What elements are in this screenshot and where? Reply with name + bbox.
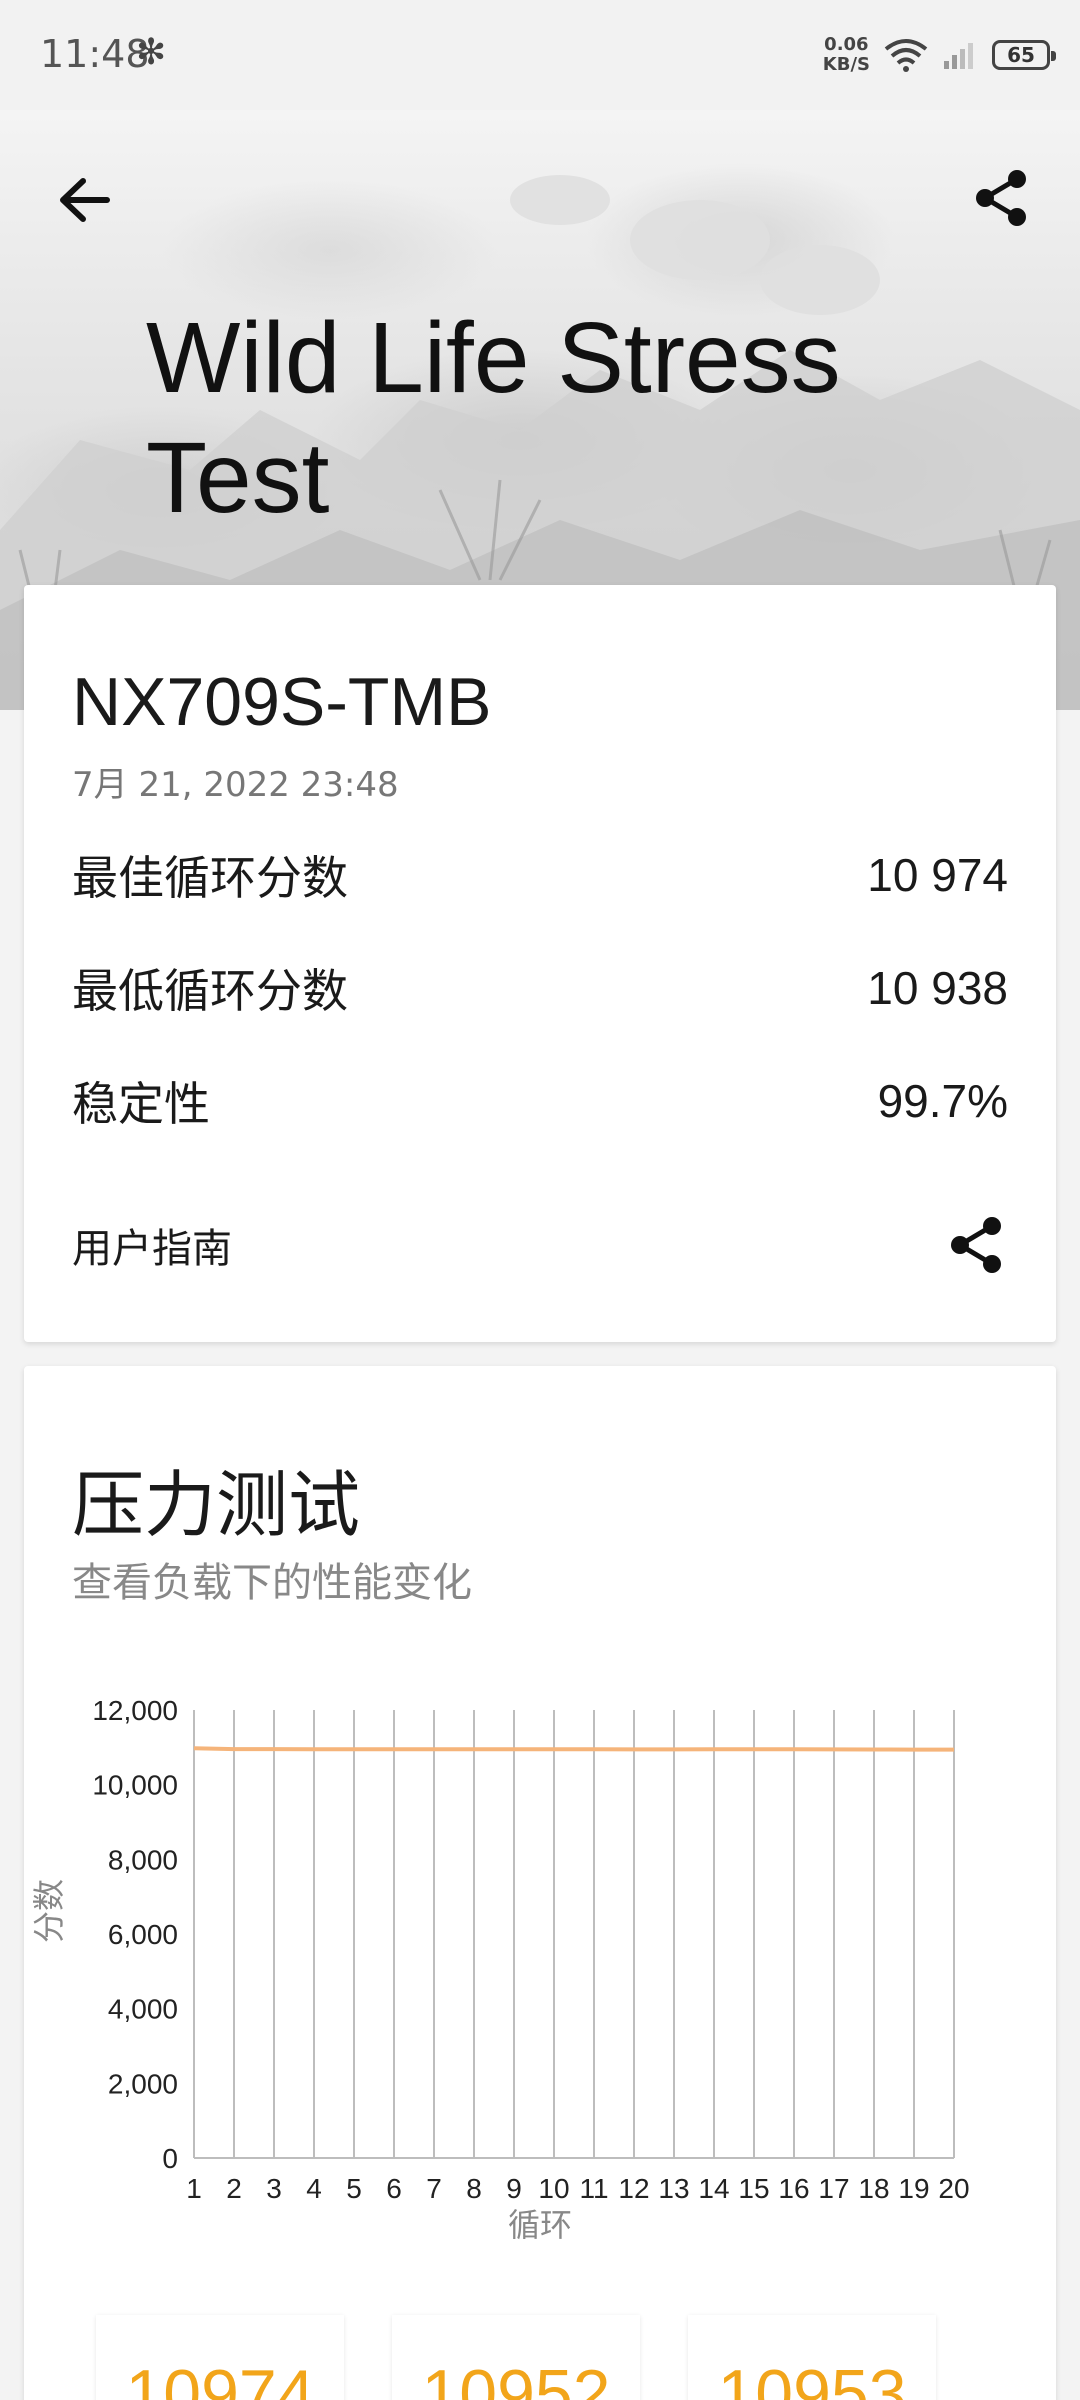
page-title: Wild Life Stress Test (146, 302, 841, 534)
loop-score-value: 10974 (125, 2356, 315, 2400)
battery-indicator: 65 (992, 40, 1056, 70)
loop-score-tile[interactable]: 10952 (392, 2315, 640, 2400)
user-guide-row[interactable]: 用户指南 (72, 1205, 1008, 1285)
x-tick-label: 11 (579, 2173, 608, 2204)
metric-value: 10 938 (867, 962, 1008, 1014)
stress-test-chart: 02,0004,0006,0008,00010,00012,000 123456… (30, 1695, 970, 2244)
y-tick-label: 12,000 (92, 1695, 178, 1726)
x-tick-label: 14 (698, 2173, 729, 2204)
loop-score-value: 10952 (421, 2356, 611, 2400)
x-tick-label: 9 (506, 2173, 522, 2204)
metric-label: 最低循环分数 (72, 964, 348, 1018)
x-tick-label: 5 (346, 2173, 362, 2204)
y-tick-label: 2,000 (108, 2068, 178, 2099)
x-tick-label: 1 (186, 2173, 202, 2204)
metric-value: 99.7% (877, 1075, 1008, 1127)
x-tick-label: 20 (938, 2173, 969, 2204)
y-tick-label: 6,000 (108, 1919, 178, 1950)
test-date: 7月 21, 2022 23:48 (72, 765, 399, 805)
metric-label: 最佳循环分数 (72, 851, 348, 905)
metric-row-stability: 稳定性 99.7% (72, 1071, 1008, 1131)
network-speed: 0.06 KB/S (823, 35, 870, 75)
y-tick-label: 8,000 (108, 1844, 178, 1875)
fan-icon: ✻ (136, 32, 167, 73)
x-tick-label: 16 (778, 2173, 809, 2204)
x-tick-label: 17 (818, 2173, 849, 2204)
result-card: NX709S-TMB 7月 21, 2022 23:48 最佳循环分数 10 9… (24, 585, 1056, 1342)
x-tick-label: 18 (858, 2173, 889, 2204)
x-axis-label: 循环 (508, 2206, 572, 2244)
device-name: NX709S-TMB (72, 664, 492, 740)
y-tick-label: 4,000 (108, 1994, 178, 2025)
loop-score-tile[interactable]: 10953 (688, 2315, 936, 2400)
metric-value: 10 974 (867, 849, 1008, 901)
network-speed-value: 0.06 (824, 34, 869, 55)
stress-test-title: 压力测试 (72, 1463, 361, 1547)
loop-score-tile[interactable]: 10974 (96, 2315, 344, 2400)
series-line (193, 1746, 954, 1752)
x-tick-label: 3 (266, 2173, 282, 2204)
back-button[interactable] (50, 165, 120, 235)
status-time: 11:48 (40, 32, 150, 76)
x-tick-label: 19 (898, 2173, 929, 2204)
x-tick-label: 8 (466, 2173, 482, 2204)
network-speed-unit: KB/S (822, 54, 870, 75)
status-bar: 11:48 ✻ 0.06 KB/S 65 (0, 0, 1080, 110)
metric-row-best: 最佳循环分数 10 974 (72, 845, 1008, 905)
share-icon[interactable] (946, 1214, 1008, 1276)
arrow-left-icon (60, 178, 110, 222)
signal-icon (944, 43, 973, 69)
share-button[interactable] (964, 160, 1040, 236)
stress-test-card: 压力测试 查看负载下的性能变化 0 2,000 4,000 6,000 8,000 10,… (24, 1366, 1056, 2400)
wifi-icon (884, 39, 928, 72)
y-axis-label: 分数 (30, 1879, 68, 1943)
y-tick-label: 10,000 (92, 1770, 178, 1801)
x-tick-label: 7 (426, 2173, 442, 2204)
x-tick-label: 10 (538, 2173, 569, 2204)
user-guide-link[interactable]: 用户指南 (72, 1216, 232, 1274)
metric-label: 稳定性 (72, 1077, 210, 1131)
x-tick-label: 4 (306, 2173, 322, 2204)
status-icons: 0.06 KB/S 65 (823, 30, 1056, 80)
x-tick-label: 12 (618, 2173, 649, 2204)
share-icon (976, 170, 1026, 226)
x-tick-label: 6 (386, 2173, 402, 2204)
loop-score-value: 10953 (717, 2356, 907, 2400)
metric-row-lowest: 最低循环分数 10 938 (72, 958, 1008, 1018)
x-tick-label: 13 (658, 2173, 689, 2204)
x-tick-label: 2 (226, 2173, 242, 2204)
x-tick-label: 15 (738, 2173, 769, 2204)
stress-test-subtitle: 查看负载下的性能变化 (72, 1560, 472, 1606)
y-tick-label: 0 (162, 2143, 178, 2174)
